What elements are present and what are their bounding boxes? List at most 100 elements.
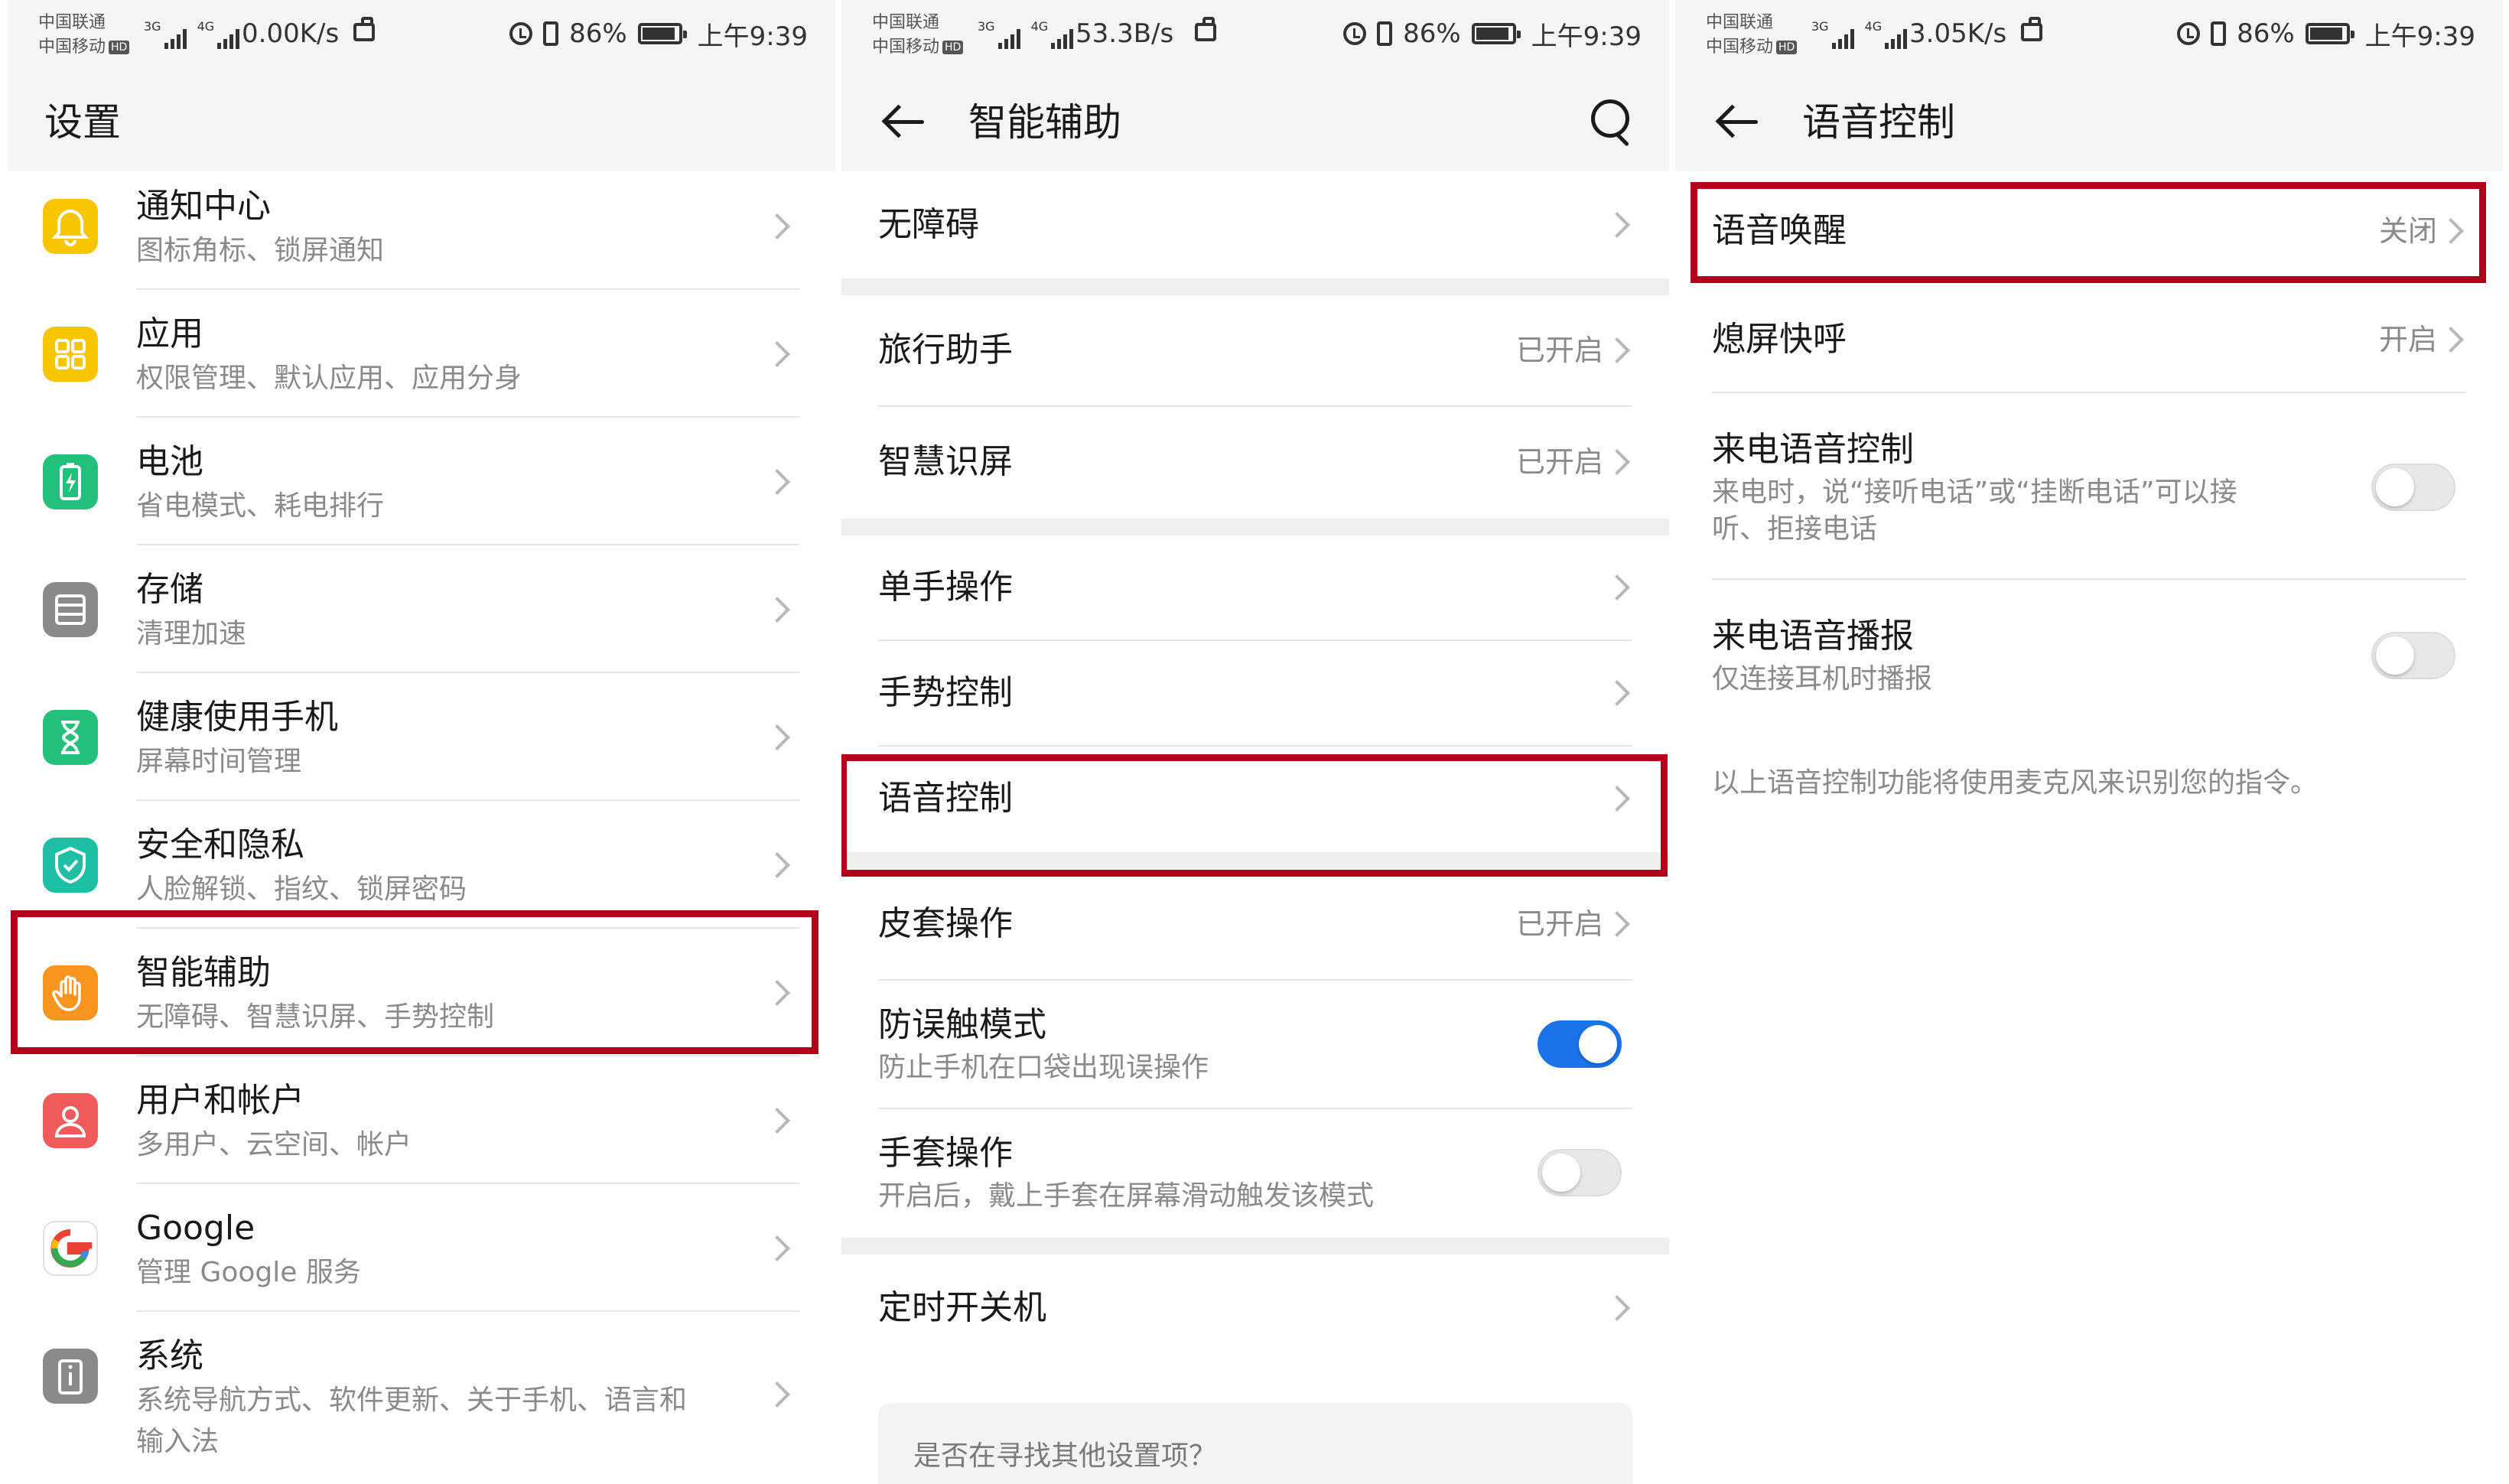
item-label: 智慧识屏 bbox=[878, 442, 1013, 481]
page-title: 语音控制 bbox=[1802, 100, 1955, 145]
signal-strength-icon bbox=[217, 29, 240, 49]
alarm-icon bbox=[2177, 22, 2201, 45]
settings-item-apps[interactable]: 应用 权限管理、默认应用、应用分身 bbox=[8, 290, 835, 418]
item-label: 皮套操作 bbox=[878, 904, 1013, 943]
item-description: 仅连接耳机时播报 bbox=[1712, 663, 1933, 695]
assist-item-one-handed[interactable]: 单手操作 bbox=[841, 535, 1669, 641]
signal-icons: 3G 4G bbox=[144, 18, 240, 49]
settings-item-notification-center[interactable]: 通知中心 图标角标、锁屏通知 bbox=[8, 162, 835, 290]
microphone-usage-note: 以上语音控制功能将使用麦克风来识别您的指令。 bbox=[1712, 767, 2319, 799]
section-gap bbox=[841, 278, 1669, 295]
search-icon[interactable] bbox=[1591, 99, 1631, 139]
item-description: 图标角标、锁屏通知 bbox=[136, 235, 385, 266]
assist-item-glove-mode[interactable]: 手套操作 开启后，戴上手套在屏幕滑动触发该模式 bbox=[841, 1109, 1669, 1238]
battery-icon bbox=[43, 454, 98, 509]
pocket-mode-toggle[interactable] bbox=[1538, 1020, 1622, 1068]
chevron-right-icon bbox=[764, 1108, 790, 1134]
item-status: 已开启 bbox=[1515, 334, 1603, 367]
status-bar: 中国联通 中国移动 HD 3G 4G 53.3B/s 86% 上午9:39 bbox=[841, 0, 1669, 73]
voice-item-incoming-call-announcement[interactable]: 来电语音播报 仅连接耳机时播报 bbox=[1675, 580, 2503, 710]
chevron-right-icon bbox=[2438, 327, 2464, 353]
briefcase-icon bbox=[1195, 17, 1216, 41]
item-description: 权限管理、默认应用、应用分身 bbox=[136, 363, 522, 394]
bell-icon bbox=[43, 199, 98, 254]
assist-item-gesture-control[interactable]: 手势控制 bbox=[841, 641, 1669, 747]
incoming-call-announcement-toggle[interactable] bbox=[2371, 632, 2455, 679]
network-type-label: 4G bbox=[1030, 19, 1049, 34]
clock: 上午9:39 bbox=[2364, 21, 2475, 52]
assist-item-pocket-mode[interactable]: 防误触模式 防止手机在口袋出现误操作 bbox=[841, 981, 1669, 1109]
item-label: 熄屏快呼 bbox=[1712, 320, 1847, 359]
google-icon bbox=[43, 1221, 98, 1276]
settings-item-system[interactable]: 系统 系统导航方式、软件更新、关于手机、语言和 输入法 bbox=[8, 1312, 835, 1484]
chevron-right-icon bbox=[1604, 680, 1630, 706]
item-label: 旅行助手 bbox=[878, 330, 1013, 369]
carrier-info: 中国联通 中国移动 HD bbox=[38, 11, 130, 60]
item-label: 系统 bbox=[136, 1336, 203, 1375]
item-label: 用户和帐户 bbox=[136, 1081, 304, 1120]
back-arrow-icon[interactable] bbox=[1715, 103, 1761, 141]
title-bar: 智能辅助 bbox=[841, 73, 1669, 171]
item-status: 开启 bbox=[2378, 323, 2437, 356]
smart-assist-screen: 中国联通 中国移动 HD 3G 4G 53.3B/s 86% 上午9:39 智能辅… bbox=[841, 0, 1669, 1484]
network-type-label: 4G bbox=[1864, 19, 1883, 34]
settings-item-security[interactable]: 安全和隐私 人脸解锁、指纹、锁屏密码 bbox=[8, 801, 835, 929]
network-type-label: 4G bbox=[197, 19, 215, 34]
signal-icons: 3G 4G bbox=[1811, 18, 1908, 49]
item-description: 省电模式、耗电排行 bbox=[136, 490, 385, 522]
title-bar: 设置 bbox=[8, 73, 835, 171]
glove-mode-toggle[interactable] bbox=[1538, 1149, 1622, 1196]
chevron-right-icon bbox=[1604, 574, 1630, 600]
assist-item-travel-assistant[interactable]: 旅行助手 已开启 bbox=[841, 295, 1669, 407]
chevron-right-icon bbox=[764, 341, 790, 367]
shield-icon bbox=[43, 838, 98, 893]
settings-item-battery[interactable]: 电池 省电模式、耗电排行 bbox=[8, 418, 835, 545]
chevron-right-icon bbox=[1604, 1295, 1630, 1321]
hd-badge: HD bbox=[1776, 41, 1798, 54]
settings-screen: 中国联通 中国移动HD 3G 4G 0.00K/s 86% 上午9:39 设置 bbox=[8, 0, 835, 1484]
settings-item-storage[interactable]: 存储 清理加速 bbox=[8, 545, 835, 673]
item-description: 系统导航方式、软件更新、关于手机、语言和 bbox=[136, 1385, 688, 1416]
assist-item-scheduled-power[interactable]: 定时开关机 bbox=[841, 1255, 1669, 1362]
settings-item-google[interactable]: Google 管理 Google 服务 bbox=[8, 1184, 835, 1312]
signal-icons: 3G 4G bbox=[978, 18, 1074, 49]
voice-item-screen-off-quick-call[interactable]: 熄屏快呼 开启 bbox=[1675, 295, 2503, 393]
item-description: 清理加速 bbox=[136, 618, 247, 649]
carrier-top: 中国联通 bbox=[38, 13, 106, 32]
item-label: 防误触模式 bbox=[878, 1005, 1046, 1044]
item-description-continued: 输入法 bbox=[136, 1426, 220, 1457]
item-label: 单手操作 bbox=[878, 568, 1013, 607]
item-description: 人脸解锁、指纹、锁屏密码 bbox=[136, 874, 467, 905]
back-arrow-icon[interactable] bbox=[881, 103, 927, 141]
hd-badge: HD bbox=[109, 41, 130, 54]
chevron-right-icon bbox=[1604, 911, 1630, 937]
carrier-bottom: 中国移动 bbox=[38, 37, 106, 57]
page-title: 设置 bbox=[44, 100, 121, 145]
section-gap bbox=[841, 519, 1669, 535]
vibrate-icon bbox=[2211, 21, 2227, 46]
clock: 上午9:39 bbox=[697, 21, 808, 52]
storage-icon bbox=[43, 582, 98, 637]
section-gap bbox=[841, 1238, 1669, 1255]
incoming-call-voice-control-toggle[interactable] bbox=[2371, 464, 2455, 511]
alarm-icon bbox=[509, 22, 533, 45]
clock: 上午9:39 bbox=[1531, 21, 1642, 52]
hd-badge: HD bbox=[942, 41, 964, 54]
assist-item-smart-screen-recognition[interactable]: 智慧识屏 已开启 bbox=[841, 407, 1669, 519]
item-label: Google bbox=[136, 1209, 255, 1248]
page-title: 智能辅助 bbox=[968, 100, 1121, 145]
settings-item-digital-balance[interactable]: 健康使用手机 屏幕时间管理 bbox=[8, 673, 835, 801]
item-description: 管理 Google 服务 bbox=[136, 1257, 361, 1288]
search-suggestion-card[interactable]: 是否在寻找其他设置项？ bbox=[878, 1403, 1632, 1484]
network-speed: 0.00K/s bbox=[242, 18, 340, 49]
briefcase-icon bbox=[353, 17, 375, 41]
voice-control-screen: 中国联通 中国移动 HD 3G 4G 3.05K/s 86% 上午9:39 语音控… bbox=[1675, 0, 2503, 1484]
status-right: 86% 上午9:39 bbox=[1343, 17, 1642, 52]
assist-item-cover-operation[interactable]: 皮套操作 已开启 bbox=[841, 869, 1669, 981]
screens-container: 中国联通 中国移动HD 3G 4G 0.00K/s 86% 上午9:39 设置 bbox=[0, 0, 2509, 1484]
settings-item-users-accounts[interactable]: 用户和帐户 多用户、云空间、帐户 bbox=[8, 1056, 835, 1184]
assist-item-accessibility[interactable]: 无障碍 bbox=[841, 171, 1669, 278]
item-description: 开启后，戴上手套在屏幕滑动触发该模式 bbox=[878, 1180, 1375, 1212]
battery-icon bbox=[1471, 23, 1521, 44]
voice-item-incoming-call-voice-control[interactable]: 来电语音控制 来电时，说“接听电话”或“挂断电话”可以接 听、拒接电话 bbox=[1675, 393, 2503, 580]
